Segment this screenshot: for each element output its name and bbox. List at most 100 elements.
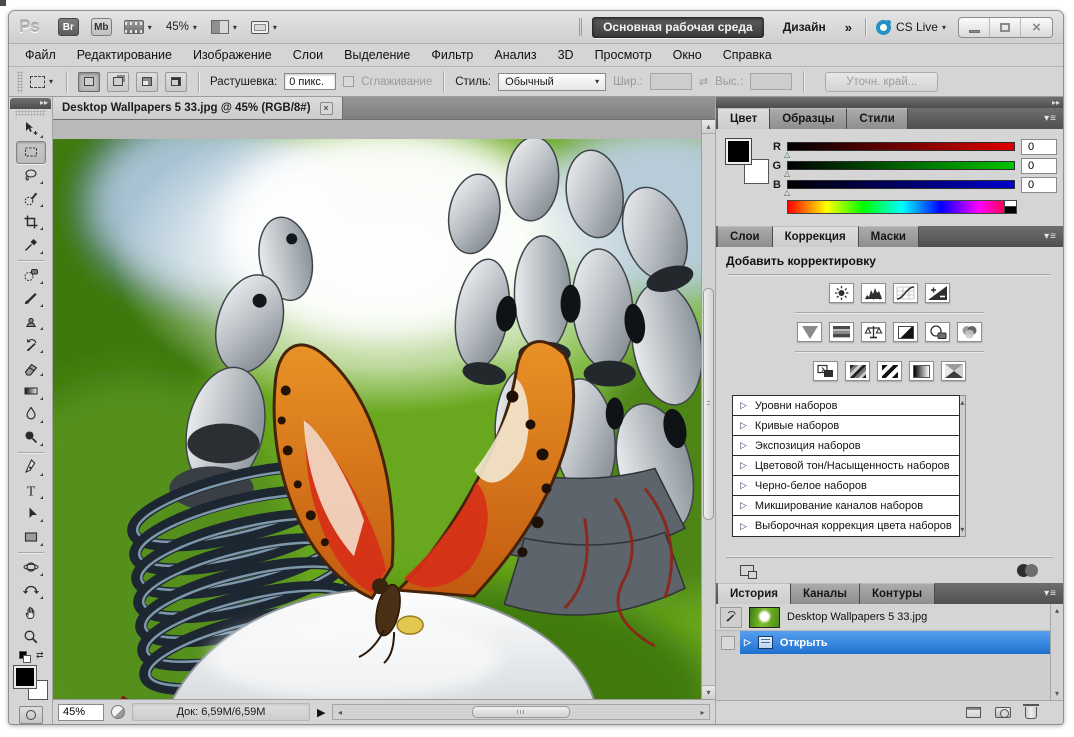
foreground-color-swatch[interactable] (726, 139, 751, 164)
green-channel-slider[interactable]: △ (787, 161, 1015, 170)
restore-button[interactable] (990, 18, 1021, 37)
document-tab[interactable]: Desktop Wallpapers 5 33.jpg @ 45% (RGB/8… (53, 97, 343, 119)
scroll-up-icon[interactable]: ▴ (702, 120, 715, 134)
3d-object-rotate-tool[interactable] (16, 555, 46, 578)
lasso-tool[interactable] (16, 164, 46, 187)
clip-to-layer-icon[interactable] (1017, 564, 1039, 577)
menu-3d[interactable]: 3D (558, 48, 574, 62)
history-state-row[interactable]: ▷ Открыть (716, 631, 1063, 654)
menu-layers[interactable]: Слои (293, 48, 323, 62)
menu-file[interactable]: Файл (25, 48, 56, 62)
expander-icon[interactable]: ▷ (740, 480, 747, 491)
color-balance-button[interactable] (861, 322, 886, 342)
preset-exposure[interactable]: ▷Экспозиция наборов (733, 436, 959, 456)
slider-thumb-icon[interactable]: △ (784, 188, 790, 197)
history-state-checkbox[interactable] (716, 631, 740, 654)
tab-styles[interactable]: Стили (847, 108, 907, 129)
brightness-contrast-button[interactable] (829, 283, 854, 303)
history-state-selected[interactable]: ▷ Открыть (740, 631, 1063, 654)
menu-view[interactable]: Просмотр (595, 48, 652, 62)
eraser-tool[interactable] (16, 356, 46, 379)
slider-thumb-icon[interactable]: △ (784, 150, 790, 159)
dock-collapse-button[interactable]: ▸▸ (716, 97, 1063, 108)
gradient-tool[interactable] (16, 379, 46, 402)
menu-help[interactable]: Справка (723, 48, 772, 62)
tab-swatches[interactable]: Образцы (770, 108, 847, 129)
hue-saturation-button[interactable] (829, 322, 854, 342)
curves-button[interactable] (893, 283, 918, 303)
style-select[interactable]: Обычный ▾ (498, 73, 606, 91)
snapshot-thumbnail[interactable] (749, 607, 780, 628)
black-white-button[interactable] (893, 322, 918, 342)
selection-mode-add-button[interactable] (107, 72, 129, 92)
vertical-scrollbar[interactable]: ▴ ▾ (701, 120, 715, 699)
close-button[interactable]: × (1021, 18, 1052, 37)
preset-channel-mixer[interactable]: ▷Микширование каналов наборов (733, 496, 959, 516)
new-document-from-state-button[interactable] (966, 707, 981, 718)
view-extras-control[interactable]: ▾ (124, 20, 152, 34)
history-brush-tool[interactable] (16, 333, 46, 356)
scroll-up-icon[interactable]: ▴ (1055, 606, 1059, 615)
levels-button[interactable] (861, 283, 886, 303)
scroll-down-icon[interactable]: ▾ (960, 525, 964, 534)
rectangular-marquee-tool[interactable] (16, 141, 46, 164)
color-spectrum-ramp[interactable] (787, 200, 1017, 214)
status-zoom-input[interactable] (58, 704, 104, 721)
swap-dimensions-icon[interactable]: ⇄ (699, 75, 708, 88)
scroll-right-icon[interactable]: ▸ (696, 705, 709, 719)
path-selection-tool[interactable] (16, 502, 46, 525)
menu-analysis[interactable]: Анализ (494, 48, 536, 62)
cs-live-control[interactable]: CS Live ▾ (876, 20, 946, 35)
tab-paths[interactable]: Контуры (860, 583, 935, 604)
minimize-button[interactable] (959, 18, 990, 37)
horizontal-scrollbar[interactable]: ◂ ▸ (332, 704, 710, 720)
gradient-map-button[interactable] (909, 361, 934, 381)
tool-preset-picker[interactable]: ▾ (30, 76, 53, 88)
red-channel-value[interactable]: 0 (1021, 139, 1057, 155)
width-input[interactable] (650, 73, 692, 90)
expander-icon[interactable]: ▷ (740, 521, 747, 532)
vertical-scroll-track[interactable] (702, 134, 715, 685)
titlebar[interactable]: Ps Br Mb ▾ 45% ▾ ▾ ▾ Основная рабочая ср… (9, 11, 1063, 44)
workspace-primary-button[interactable]: Основная рабочая среда (592, 17, 764, 38)
toolbar-grip[interactable] (15, 110, 46, 117)
toolbar-collapse-button[interactable]: ▸▸ (10, 98, 51, 109)
canvas[interactable] (53, 120, 701, 699)
launch-bridge-button[interactable]: Br (58, 18, 79, 36)
threshold-button[interactable] (877, 361, 902, 381)
arrange-documents-control[interactable]: ▾ (211, 20, 237, 34)
clone-stamp-tool[interactable] (16, 310, 46, 333)
screen-mode-control[interactable]: ▾ (251, 21, 277, 34)
crop-tool[interactable] (16, 210, 46, 233)
history-brush-source-box[interactable] (720, 607, 742, 628)
scroll-left-icon[interactable]: ◂ (333, 705, 346, 719)
invert-button[interactable] (813, 361, 838, 381)
3d-camera-rotate-tool[interactable] (16, 579, 46, 602)
selection-mode-subtract-button[interactable] (136, 72, 158, 92)
pen-tool[interactable] (16, 456, 46, 479)
scroll-down-icon[interactable]: ▾ (702, 685, 715, 699)
height-input[interactable] (750, 73, 792, 90)
tab-masks[interactable]: Маски (859, 226, 919, 247)
blue-channel-value[interactable]: 0 (1021, 177, 1057, 193)
blur-tool[interactable] (16, 403, 46, 426)
horizontal-scroll-track[interactable] (346, 705, 696, 719)
menu-edit[interactable]: Редактирование (77, 48, 172, 62)
green-channel-value[interactable]: 0 (1021, 158, 1057, 174)
status-menu-arrow-icon[interactable]: ▶ (317, 706, 325, 719)
quick-selection-tool[interactable] (16, 187, 46, 210)
history-snapshot-row[interactable]: Desktop Wallpapers 5 33.jpg (716, 604, 1063, 631)
expander-icon[interactable]: ▷ (740, 460, 747, 471)
antialias-checkbox[interactable] (343, 76, 354, 87)
panel-menu-icon[interactable]: ▾≡ (1044, 583, 1063, 604)
vibrance-button[interactable] (797, 322, 822, 342)
zoom-level-control[interactable]: 45% ▾ (166, 21, 197, 33)
panel-menu-icon[interactable]: ▾≡ (1044, 226, 1063, 247)
selection-mode-intersect-button[interactable] (165, 72, 187, 92)
move-tool[interactable] (16, 117, 46, 140)
brush-tool[interactable] (16, 287, 46, 310)
refine-edge-button[interactable]: Уточн. край... (825, 72, 938, 92)
foreground-color-swatch[interactable] (14, 666, 36, 688)
slider-thumb-icon[interactable]: △ (784, 169, 790, 178)
selective-color-button[interactable] (941, 361, 966, 381)
